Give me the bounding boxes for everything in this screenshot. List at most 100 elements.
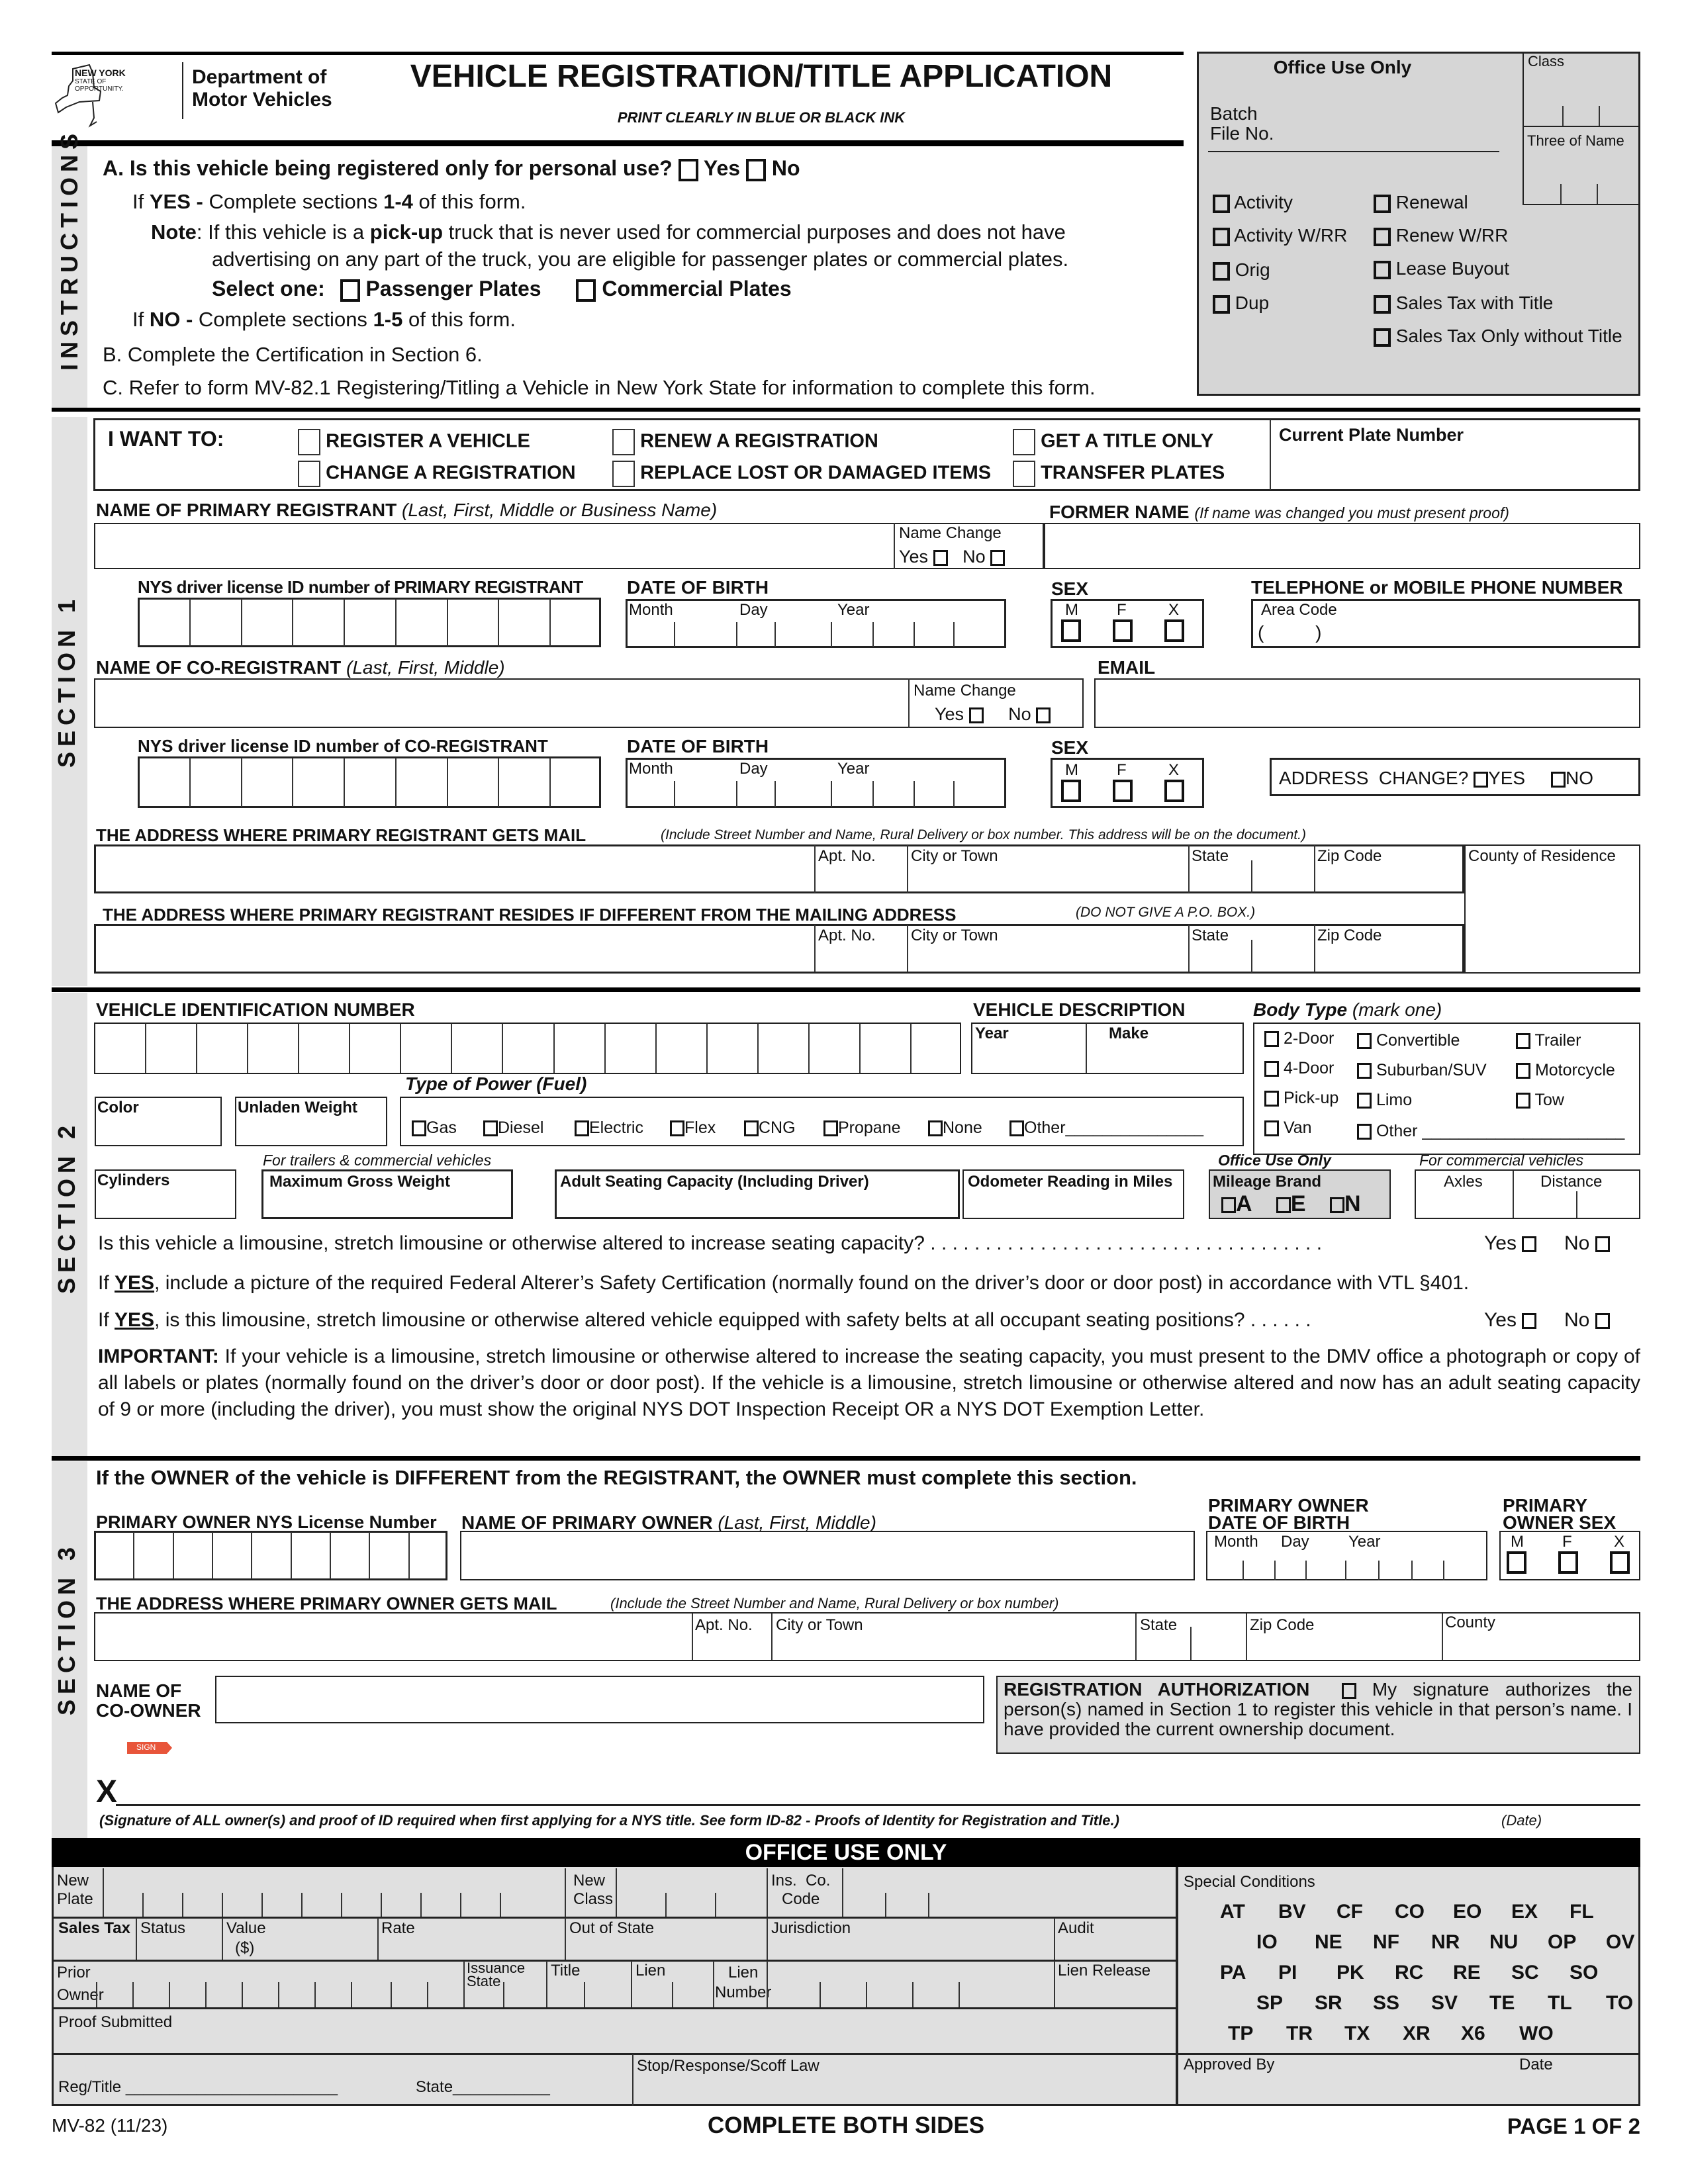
mileage-e-checkbox[interactable] — [1276, 1197, 1291, 1214]
checkbox[interactable] — [1213, 295, 1230, 314]
state-line[interactable]: State___________ — [416, 2078, 550, 2097]
checkbox[interactable] — [1264, 1091, 1279, 1107]
special-condition-code[interactable]: FL — [1570, 1901, 1594, 1923]
checkbox[interactable] — [1357, 1093, 1372, 1109]
special-condition-code[interactable]: CF — [1336, 1901, 1363, 1923]
option-register-vehicle[interactable]: REGISTER A VEHICLE — [298, 429, 530, 455]
body-type-option[interactable]: Pick-up — [1264, 1089, 1338, 1108]
primary-license-input[interactable] — [138, 598, 601, 647]
body-type-option[interactable]: Convertible — [1357, 1031, 1460, 1050]
checkbox[interactable] — [1264, 1031, 1279, 1048]
special-condition-code[interactable]: TP — [1228, 2023, 1253, 2045]
checkbox[interactable] — [1009, 1120, 1024, 1137]
checkbox[interactable] — [1264, 1120, 1279, 1137]
batch-file-line[interactable] — [1208, 151, 1499, 152]
special-condition-code[interactable]: TE — [1489, 1992, 1515, 2015]
sex-f-checkbox[interactable] — [1113, 619, 1133, 642]
body-type-option[interactable]: Tow — [1516, 1091, 1564, 1110]
option-transfer-plates[interactable]: TRANSFER PLATES — [1013, 461, 1225, 487]
checkbox[interactable] — [1213, 227, 1230, 246]
special-condition-code[interactable]: BV — [1278, 1901, 1306, 1923]
checkbox[interactable] — [1374, 260, 1391, 279]
commercial-plates-checkbox[interactable] — [576, 279, 596, 302]
limo-no-checkbox[interactable] — [1595, 1236, 1610, 1253]
office-check-lease-buyout[interactable]: Lease Buyout — [1374, 258, 1509, 279]
special-condition-code[interactable]: EX — [1511, 1901, 1538, 1923]
fuel-option[interactable]: Electric — [575, 1118, 643, 1138]
checkbox[interactable] — [575, 1120, 589, 1137]
owner-mail-input[interactable] — [94, 1612, 1640, 1661]
fuel-option[interactable]: Diesel — [483, 1118, 543, 1138]
co-name-change-no-checkbox[interactable] — [1036, 707, 1051, 723]
special-condition-code[interactable]: SS — [1373, 1992, 1399, 2015]
sex-x-checkbox[interactable] — [1164, 780, 1184, 802]
signature-line[interactable] — [116, 1804, 1640, 1806]
checkbox[interactable] — [1374, 328, 1391, 347]
checkbox[interactable] — [1516, 1063, 1530, 1079]
special-condition-code[interactable]: SC — [1511, 1962, 1539, 1984]
special-condition-code[interactable]: RE — [1453, 1962, 1481, 1984]
special-condition-code[interactable]: EO — [1453, 1901, 1481, 1923]
name-change-no-checkbox[interactable] — [990, 549, 1006, 566]
body-type-option[interactable]: 2-Door — [1264, 1029, 1334, 1048]
office-check-activity-wrr[interactable]: Activity W/RR — [1213, 225, 1347, 246]
special-condition-code[interactable]: AT — [1220, 1901, 1245, 1923]
office-check-orig[interactable]: Orig — [1213, 259, 1270, 281]
checkbox[interactable] — [412, 1120, 426, 1137]
current-plate-input[interactable] — [1278, 450, 1628, 483]
address-change-no-checkbox[interactable] — [1551, 771, 1566, 788]
checkbox[interactable] — [1357, 1033, 1372, 1050]
body-type-option[interactable]: Other ______________________ — [1357, 1122, 1624, 1141]
special-condition-code[interactable]: SO — [1570, 1962, 1598, 1984]
checkbox[interactable] — [612, 461, 635, 487]
checkbox[interactable] — [1264, 1061, 1279, 1077]
checkbox[interactable] — [670, 1120, 684, 1137]
address-change-yes-checkbox[interactable] — [1474, 771, 1489, 788]
special-condition-code[interactable]: NR — [1431, 1931, 1460, 1954]
owner-name-input[interactable] — [460, 1531, 1195, 1580]
body-type-option[interactable]: Motorcycle — [1516, 1061, 1615, 1080]
special-condition-code[interactable]: IO — [1256, 1931, 1278, 1954]
body-type-option[interactable]: 4-Door — [1264, 1059, 1334, 1078]
body-type-option[interactable]: Limo — [1357, 1091, 1412, 1110]
office-check-activity[interactable]: Activity — [1213, 192, 1293, 213]
office-check-dup[interactable]: Dup — [1213, 293, 1269, 314]
passenger-plates-checkbox[interactable] — [340, 279, 360, 302]
email-input[interactable] — [1094, 678, 1640, 728]
office-check-sales-tax-title[interactable]: Sales Tax with Title — [1374, 293, 1553, 314]
belts-no-checkbox[interactable] — [1595, 1313, 1610, 1330]
special-condition-code[interactable]: X6 — [1461, 2023, 1485, 2045]
sex-m-checkbox[interactable] — [1507, 1551, 1526, 1574]
reside-address-input[interactable] — [94, 924, 1464, 974]
fuel-option[interactable]: None — [928, 1118, 982, 1138]
body-type-option[interactable]: Trailer — [1516, 1031, 1581, 1050]
reg-title-line[interactable]: Reg/Title ________________________ — [58, 2078, 338, 2097]
special-condition-code[interactable]: WO — [1519, 2023, 1554, 2045]
special-condition-code[interactable]: XR — [1403, 2023, 1430, 2045]
sex-x-checkbox[interactable] — [1164, 619, 1184, 642]
special-condition-code[interactable]: NU — [1489, 1931, 1518, 1954]
special-condition-code[interactable]: TR — [1286, 2023, 1313, 2045]
mileage-a-checkbox[interactable] — [1221, 1197, 1236, 1214]
special-condition-code[interactable]: TL — [1548, 1992, 1572, 2015]
primary-dob-input[interactable] — [626, 599, 1006, 648]
fuel-option[interactable]: Gas — [412, 1118, 457, 1138]
owner-license-input[interactable] — [94, 1531, 447, 1580]
checkbox[interactable] — [612, 429, 635, 455]
year-make-input[interactable] — [971, 1023, 1244, 1074]
co-name-change-yes-checkbox[interactable] — [968, 707, 984, 723]
checkbox[interactable] — [1213, 261, 1230, 281]
co-dob-input[interactable] — [626, 758, 1006, 808]
personal-use-no-checkbox[interactable] — [745, 158, 766, 181]
special-condition-code[interactable]: NF — [1373, 1931, 1399, 1954]
office-check-sales-tax-only[interactable]: Sales Tax Only without Title — [1374, 326, 1622, 347]
mail-address-input[interactable] — [94, 844, 1464, 893]
checkbox[interactable] — [744, 1120, 759, 1137]
checkbox[interactable] — [1516, 1033, 1530, 1050]
checkbox[interactable] — [1374, 194, 1391, 213]
special-condition-code[interactable]: OP — [1548, 1931, 1576, 1954]
checkbox[interactable] — [1516, 1093, 1530, 1109]
checkbox[interactable] — [298, 461, 320, 487]
checkbox[interactable] — [298, 429, 320, 455]
former-name-input[interactable] — [1044, 523, 1640, 569]
